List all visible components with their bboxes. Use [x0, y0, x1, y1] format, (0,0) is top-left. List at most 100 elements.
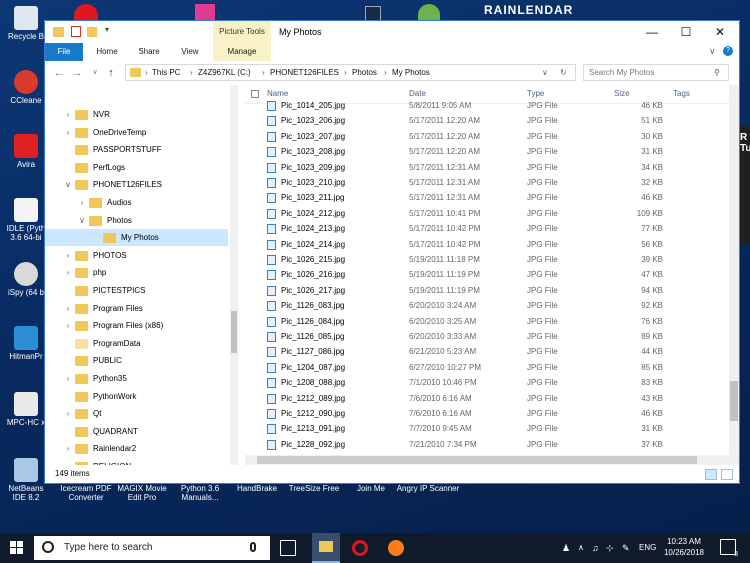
- file-row[interactable]: Pic_1127_086.jpg 6/21/2010 5:23 AM JPG Fil…: [245, 344, 729, 359]
- title-bar[interactable]: ▾ Picture Tools My Photos — ☐ ✕: [45, 21, 739, 43]
- help-icon[interactable]: ?: [723, 46, 733, 56]
- address-dropdown-icon[interactable]: ∨: [542, 65, 548, 81]
- desktop-icon-python-manuals[interactable]: Python 3.6 Manuals...: [168, 484, 232, 502]
- breadcrumb-this-pc[interactable]: This PC: [152, 65, 180, 81]
- nav-tree-item[interactable]: › PHOTOS: [45, 247, 228, 264]
- refresh-icon[interactable]: ↻: [560, 65, 567, 81]
- file-row[interactable]: Pic_1228_092.jpg 7/21/2010 7:34 PM JPG Fil…: [245, 437, 729, 452]
- file-row[interactable]: Pic_1023_206.jpg 5/17/2011 12:20 AM JPG Fi…: [245, 113, 729, 128]
- desktop-icon-avira[interactable]: Avira: [4, 134, 48, 169]
- collapsed-chevron-icon[interactable]: ›: [77, 194, 87, 211]
- details-view-button[interactable]: [705, 469, 717, 480]
- tab-home[interactable]: Home: [89, 43, 125, 61]
- nav-tree-item[interactable]: › Rainlendar2: [45, 440, 228, 457]
- back-button[interactable]: ←: [51, 65, 67, 81]
- volume-icon[interactable]: ♫: [592, 533, 599, 563]
- file-row[interactable]: Pic_1023_209.jpg 5/17/2011 12:31 AM JPG Fi…: [245, 160, 729, 175]
- nav-tree-item[interactable]: PerfLogs: [45, 159, 228, 176]
- file-row[interactable]: Pic_1024_212.jpg 5/17/2011 10:41 PM JPG Fi…: [245, 206, 729, 221]
- recent-locations-button[interactable]: ∨: [87, 65, 103, 81]
- collapsed-chevron-icon[interactable]: ›: [63, 300, 73, 317]
- tab-share[interactable]: Share: [131, 43, 167, 61]
- maximize-button[interactable]: ☐: [669, 21, 703, 43]
- customize-toolbar-icon[interactable]: ▾: [105, 25, 109, 34]
- nav-tree-item[interactable]: › Program Files: [45, 300, 228, 317]
- expanded-chevron-icon[interactable]: ∨: [63, 176, 73, 193]
- navigation-scrollbar-thumb[interactable]: [231, 311, 237, 353]
- collapsed-chevron-icon[interactable]: ›: [63, 317, 73, 334]
- file-row[interactable]: Pic_1208_088.jpg 7/1/2010 10:46 PM JPG Fil…: [245, 375, 729, 390]
- utorrent-desktop-icon[interactable]: [418, 4, 440, 20]
- nav-tree-item[interactable]: PASSPORTSTUFF: [45, 141, 228, 158]
- desktop-icon-ispy[interactable]: iSpy (64 b: [4, 262, 48, 297]
- tab-manage[interactable]: Manage: [213, 43, 271, 61]
- collapsed-chevron-icon[interactable]: ›: [63, 370, 73, 387]
- search-input[interactable]: Search My Photos ⚲: [583, 64, 729, 81]
- desktop-icon-icecream[interactable]: Icecream PDF Converter: [54, 484, 118, 502]
- nav-tree-item[interactable]: › Qt: [45, 405, 228, 422]
- file-row[interactable]: Pic_1023_211.jpg 5/17/2011 12:31 AM JPG Fi…: [245, 190, 729, 205]
- file-row[interactable]: Pic_1213_091.jpg 7/7/2010 9:45 AM JPG File…: [245, 421, 729, 436]
- nav-tree-item[interactable]: › php: [45, 264, 228, 281]
- desktop-icon-angry-ip[interactable]: Angry IP Scanner: [396, 484, 460, 493]
- magix-desktop-icon[interactable]: [195, 4, 215, 20]
- opera-icon[interactable]: [352, 540, 368, 556]
- collapsed-chevron-icon[interactable]: ›: [63, 106, 73, 123]
- file-row[interactable]: Pic_1026_215.jpg 5/19/2011 11:18 PM JPG Fi…: [245, 252, 729, 267]
- file-row[interactable]: Pic_1023_208.jpg 5/17/2011 12:20 AM JPG Fi…: [245, 144, 729, 159]
- navigation-pane[interactable]: › NVR › OneDriveTemp PASSPORTSTUFF PerfLogs ∨ P…: [45, 85, 238, 465]
- rainlendar-widget[interactable]: RAINLENDAR: [470, 0, 720, 18]
- file-list-scrollbar-thumb[interactable]: [730, 381, 738, 421]
- windows-start-icon[interactable]: [10, 541, 24, 555]
- file-row[interactable]: Pic_1023_207.jpg 5/17/2011 12:20 AM JPG Fi…: [245, 129, 729, 144]
- file-row[interactable]: Pic_1126_084.jpg 6/20/2010 3:25 AM JPG Fil…: [245, 314, 729, 329]
- desktop-icon-join-me[interactable]: Join Me: [339, 484, 403, 493]
- clock[interactable]: 10:23 AM 10/26/2018: [654, 536, 714, 558]
- file-row[interactable]: Pic_1023_210.jpg 5/17/2011 12:31 AM JPG Fi…: [245, 175, 729, 190]
- breadcrumb-phonet126files[interactable]: PHONET126FILES: [270, 65, 339, 81]
- nav-tree-item[interactable]: ProgramData: [45, 335, 228, 352]
- file-row[interactable]: Pic_1024_214.jpg 5/17/2011 10:42 PM JPG Fi…: [245, 237, 729, 252]
- nav-tree-item[interactable]: › Python35: [45, 370, 228, 387]
- file-list[interactable]: Name Date Type Size Tags Pic_1014_205.jp…: [245, 85, 729, 465]
- firefox-icon[interactable]: [388, 540, 404, 556]
- horizontal-scrollbar-thumb[interactable]: [257, 456, 697, 464]
- explorer-window[interactable]: ▾ Picture Tools My Photos — ☐ ✕ File Hom…: [44, 20, 740, 484]
- nav-tree-item[interactable]: ∨ Photos: [45, 212, 228, 229]
- expand-ribbon-icon[interactable]: ∨: [709, 46, 716, 57]
- new-folder-icon[interactable]: [87, 27, 97, 37]
- file-row[interactable]: Pic_1204_087.jpg 6/27/2010 10:27 PM JPG Fi…: [245, 360, 729, 375]
- nav-tree-item[interactable]: My Photos: [45, 229, 228, 247]
- file-row[interactable]: Pic_1026_217.jpg 5/19/2011 11:19 PM JPG Fi…: [245, 283, 729, 298]
- desktop-icon-magix[interactable]: MAGIX Movie Edit Pro: [110, 484, 174, 502]
- breadcrumb-photos[interactable]: Photos: [352, 65, 377, 81]
- file-row[interactable]: Pic_1212_090.jpg 7/6/2010 6:16 AM JPG File…: [245, 406, 729, 421]
- properties-icon[interactable]: [71, 26, 81, 37]
- nav-tree-item[interactable]: › OneDriveTemp: [45, 124, 228, 141]
- nav-tree-item[interactable]: › NVR: [45, 106, 228, 123]
- desktop-icon-netbeans[interactable]: NetBeans IDE 8.2: [4, 458, 48, 502]
- breadcrumb-drive[interactable]: Z4Z967KL (C:): [198, 65, 251, 81]
- desktop-icon-mpc-hc[interactable]: MPC-HC x: [4, 392, 48, 427]
- collapsed-chevron-icon[interactable]: ›: [63, 124, 73, 141]
- desktop-icon-ccleaner[interactable]: CCleane: [4, 70, 48, 105]
- collapsed-chevron-icon[interactable]: ›: [63, 440, 73, 457]
- action-center-pen-icon[interactable]: ✎: [622, 533, 630, 563]
- desktop-icon-treesize[interactable]: TreeSize Free: [282, 484, 346, 493]
- file-row[interactable]: Pic_1126_085.jpg 6/20/2010 3:33 AM JPG Fil…: [245, 329, 729, 344]
- nav-tree-item[interactable]: › Program Files (x86): [45, 317, 228, 334]
- nav-tree-item[interactable]: PythonWork: [45, 388, 228, 405]
- breadcrumb-my-photos[interactable]: My Photos: [392, 65, 430, 81]
- taskbar-search-box[interactable]: Type here to search: [34, 536, 270, 560]
- tab-file[interactable]: File: [45, 43, 83, 61]
- file-row[interactable]: Pic_1024_213.jpg 5/17/2011 10:42 PM JPG Fi…: [245, 221, 729, 236]
- nav-tree-item[interactable]: › RELIGION: [45, 458, 228, 465]
- desktop-icon-idle[interactable]: IDLE (Pyth 3.6 64-bi: [4, 198, 48, 242]
- desktop-icon-recycle-bin[interactable]: Recycle B: [4, 6, 48, 41]
- collapsed-chevron-icon[interactable]: ›: [63, 264, 73, 281]
- file-row[interactable]: Pic_1014_205.jpg 5/8/2011 9:05 AM JPG File…: [245, 98, 729, 113]
- file-explorer-taskbar-button[interactable]: [312, 533, 340, 563]
- network-icon[interactable]: ⊹: [606, 533, 614, 563]
- navigation-scrollbar[interactable]: [230, 85, 238, 465]
- tab-view[interactable]: View: [173, 43, 207, 61]
